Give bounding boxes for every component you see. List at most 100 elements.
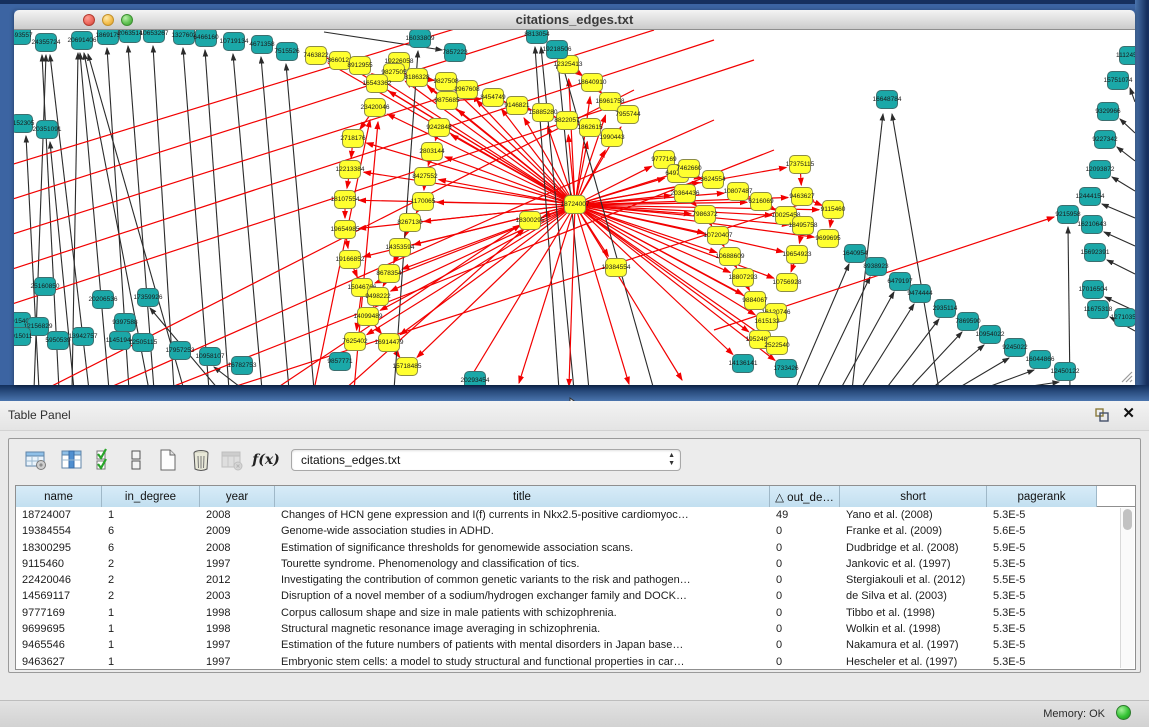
column-header-name[interactable]: name — [16, 486, 102, 507]
network-select-dropdown[interactable]: citations_edges.txt ▲▼ — [291, 449, 681, 471]
network-node[interactable]: 7857223 — [444, 43, 466, 62]
close-icon[interactable]: ✕ — [1122, 405, 1135, 423]
scrollbar-thumb[interactable] — [1123, 509, 1132, 530]
delete-column-icon[interactable] — [188, 447, 214, 473]
network-node[interactable]: 17957253 — [169, 341, 191, 360]
network-node[interactable]: 12710354 — [1114, 308, 1135, 327]
edge-line[interactable] — [1005, 382, 1059, 385]
table-row[interactable]: 969969511998Structural magnetic resonanc… — [16, 621, 1135, 637]
network-node[interactable]: 23420046 — [364, 98, 386, 117]
network-node[interactable]: 7955744 — [617, 105, 639, 124]
network-node[interactable]: 14099489 — [357, 307, 379, 326]
network-node[interactable]: 1862615 — [579, 118, 601, 137]
edge-line[interactable] — [400, 205, 575, 335]
network-node[interactable]: 15751074 — [1107, 71, 1129, 90]
network-node[interactable]: 10958107 — [199, 347, 221, 366]
network-node[interactable]: 19166852 — [339, 250, 361, 269]
network-node[interactable]: 8427552 — [414, 167, 436, 186]
table-row[interactable]: 1830029562008Estimation of significance … — [16, 540, 1135, 556]
edge-line[interactable] — [1112, 177, 1135, 191]
network-node[interactable]: 10720407 — [707, 226, 729, 245]
network-node[interactable]: 9397588 — [114, 313, 136, 332]
network-node[interactable]: 19654923 — [786, 245, 808, 264]
column-header-pagerank[interactable]: pagerank — [987, 486, 1097, 507]
network-node[interactable]: 8915011 — [14, 327, 31, 346]
network-node[interactable]: 6479197 — [889, 272, 911, 291]
network-node[interactable]: 9857771 — [329, 352, 351, 371]
network-node[interactable]: 10719134 — [223, 32, 245, 51]
network-node[interactable]: 8912955 — [349, 56, 371, 75]
select-all-checks-icon[interactable] — [93, 447, 119, 473]
edge-line[interactable] — [1120, 119, 1135, 133]
edge-line[interactable] — [364, 172, 575, 205]
network-node[interactable]: 16210643 — [1081, 215, 1103, 234]
edge-line[interactable] — [1107, 260, 1135, 274]
network-node[interactable]: 9474444 — [909, 284, 931, 303]
edge-line[interactable] — [1104, 232, 1135, 246]
table-row[interactable]: 946554611997Estimation of the future num… — [16, 637, 1135, 653]
network-node[interactable]: 12093872 — [1089, 160, 1111, 179]
network-node[interactable]: 4671358 — [251, 35, 273, 54]
network-node[interactable]: 9884067 — [744, 291, 766, 310]
network-node[interactable]: 19654985 — [334, 220, 356, 239]
column-header-title[interactable]: title — [275, 486, 770, 507]
network-node[interactable]: 1640954 — [844, 244, 866, 263]
edge-line[interactable] — [980, 370, 1034, 385]
network-window-titlebar[interactable]: citations_edges.txt — [14, 10, 1135, 30]
network-node[interactable]: 20364436 — [674, 184, 696, 203]
network-node[interactable]: 17359926 — [137, 288, 159, 307]
network-node[interactable]: 18300295 — [519, 211, 541, 230]
table-row[interactable]: 911546021997Tourette syndrome. Phenomeno… — [16, 556, 1135, 572]
edge-line[interactable] — [437, 202, 575, 205]
edge-line[interactable] — [860, 304, 914, 385]
edge-line[interactable] — [575, 205, 629, 384]
network-node[interactable]: 8267130 — [399, 213, 421, 232]
network-node[interactable]: 1990443 — [601, 128, 623, 147]
network-node[interactable]: 10653267 — [143, 30, 165, 43]
network-node[interactable]: 7462660 — [678, 159, 700, 178]
network-node[interactable]: 20351091 — [36, 120, 58, 139]
network-node[interactable]: 1869175 — [97, 30, 119, 45]
network-node[interactable]: 9827508 — [435, 72, 457, 91]
column-header-in_degree[interactable]: in_degree — [102, 486, 200, 507]
network-node[interactable]: 11124581 — [1119, 46, 1135, 65]
network-node[interactable]: 9875685 — [436, 91, 458, 110]
network-node[interactable]: 1615132 — [756, 312, 778, 331]
network-node[interactable]: 15692391 — [1084, 243, 1106, 262]
network-node[interactable]: 9115460 — [822, 200, 844, 219]
network-node[interactable]: 18807293 — [732, 268, 754, 287]
network-node[interactable]: 14353594 — [389, 238, 411, 257]
float-icon[interactable] — [1095, 408, 1109, 422]
network-node[interactable]: 11675318 — [1087, 300, 1109, 319]
network-node[interactable]: 9215958 — [1057, 205, 1079, 224]
network-node[interactable]: 10807487 — [727, 182, 749, 201]
edge-line[interactable] — [569, 205, 575, 385]
network-node[interactable]: 9498222 — [367, 287, 389, 306]
network-node[interactable]: 8938923 — [865, 257, 887, 276]
column-header-year[interactable]: year — [200, 486, 275, 507]
network-node[interactable]: 9463627 — [791, 187, 813, 206]
network-node[interactable]: 9245022 — [1004, 338, 1026, 357]
edge-line[interactable] — [153, 46, 174, 385]
network-node[interactable]: 10954022 — [979, 325, 1001, 344]
network-node[interactable]: 15718485 — [396, 357, 418, 376]
network-node[interactable]: 5950539 — [47, 331, 69, 350]
network-node[interactable]: 16033809 — [409, 30, 431, 48]
network-node[interactable]: 20206536 — [92, 290, 114, 309]
network-node[interactable]: 3624554 — [702, 170, 724, 189]
network-node[interactable]: 2935114 — [934, 299, 956, 318]
network-node[interactable]: 7463822 — [305, 46, 327, 65]
network-node[interactable]: 18495758 — [792, 216, 814, 235]
network-node[interactable]: 20691406 — [71, 31, 93, 50]
network-node[interactable]: 6466160 — [195, 30, 217, 47]
network-node[interactable]: 13942757 — [72, 327, 94, 346]
network-node[interactable]: 7869590 — [957, 312, 979, 331]
resize-grip-icon[interactable] — [1119, 369, 1133, 383]
network-node[interactable]: 12213384 — [339, 160, 361, 179]
network-node[interactable]: 8678354 — [378, 264, 400, 283]
network-node[interactable]: 2718176 — [342, 129, 364, 148]
network-canvas[interactable]: 1872400774638228660123891295519226058982… — [14, 30, 1135, 385]
network-node[interactable]: 17375115 — [789, 155, 811, 174]
function-builder-icon[interactable]: f(x) — [253, 447, 279, 473]
network-node[interactable]: 16543362 — [366, 74, 388, 93]
